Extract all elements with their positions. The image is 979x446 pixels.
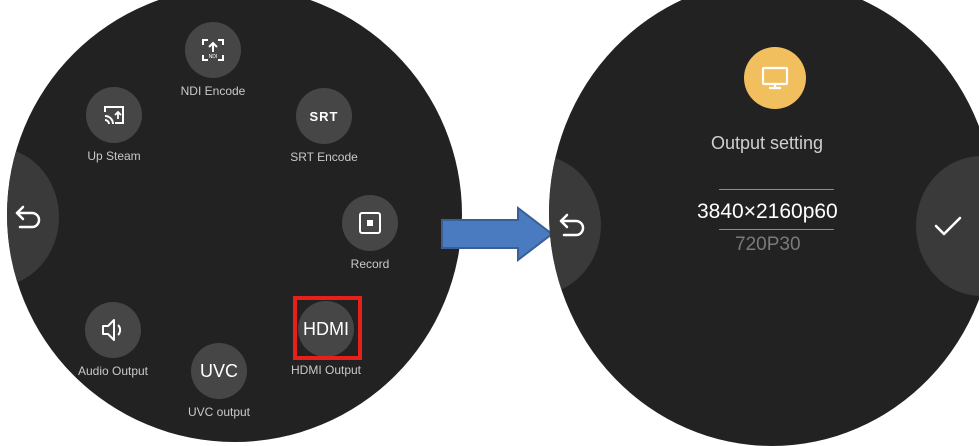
output-setting-title: Output setting — [711, 133, 824, 153]
monitor-icon — [761, 66, 789, 90]
cast-icon — [104, 106, 124, 125]
next-resolution-option[interactable]: 720P30 — [735, 234, 801, 256]
audio-output-button[interactable] — [85, 302, 141, 358]
uvc-icon: UVC — [199, 360, 238, 381]
ndi-encode-label: NDI Encode — [180, 84, 246, 98]
menu-item-srt-encode[interactable]: SRT SRT Encode — [269, 88, 379, 164]
menu-item-record[interactable]: Record — [315, 195, 425, 271]
menu-item-ndi-encode[interactable]: NDI NDI Encode — [158, 22, 268, 98]
menu-item-up-steam[interactable]: Up Steam — [59, 87, 169, 163]
up-steam-button[interactable] — [86, 87, 142, 143]
output-setting-icon — [744, 47, 806, 109]
up-steam-label: Up Steam — [87, 149, 141, 163]
uvc-button[interactable]: UVC — [191, 343, 247, 399]
main-menu-dial: NDI NDI Encode Up Steam SRT SRT Encode R… — [7, 0, 462, 442]
current-resolution[interactable]: 3840×2160p60 — [697, 200, 838, 224]
audio-output-label: Audio Output — [77, 364, 149, 378]
srt-encode-label: SRT Encode — [290, 150, 358, 164]
hdmi-highlight-box — [293, 296, 362, 360]
back-arrow-icon — [559, 213, 585, 237]
ndi-icon-text: NDI — [209, 54, 218, 60]
hdmi-output-label: HDMI Output — [290, 363, 362, 377]
flow-arrow-icon — [441, 206, 554, 262]
uvc-output-label: UVC output — [187, 405, 251, 419]
check-icon — [934, 216, 962, 236]
record-label: Record — [350, 257, 390, 271]
speaker-icon — [102, 319, 122, 341]
menu-item-audio-output[interactable]: Audio Output — [58, 302, 168, 378]
srt-button[interactable]: SRT — [296, 88, 352, 144]
srt-icon: SRT — [309, 108, 339, 124]
output-setting-dial: Output setting 3840×2160p60 720P30 — [549, 0, 979, 446]
back-button-output[interactable] — [549, 155, 601, 295]
ndi-button[interactable]: NDI — [185, 22, 241, 78]
back-button[interactable] — [7, 147, 59, 287]
ndi-upload-icon: NDI — [202, 39, 224, 61]
confirm-button[interactable] — [916, 156, 979, 296]
picker-bottom-rule — [719, 229, 834, 230]
record-icon — [359, 212, 381, 234]
picker-top-rule — [719, 189, 834, 190]
record-button[interactable] — [342, 195, 398, 251]
menu-item-uvc-output[interactable]: UVC UVC output — [164, 343, 274, 419]
back-arrow-icon — [15, 205, 41, 229]
